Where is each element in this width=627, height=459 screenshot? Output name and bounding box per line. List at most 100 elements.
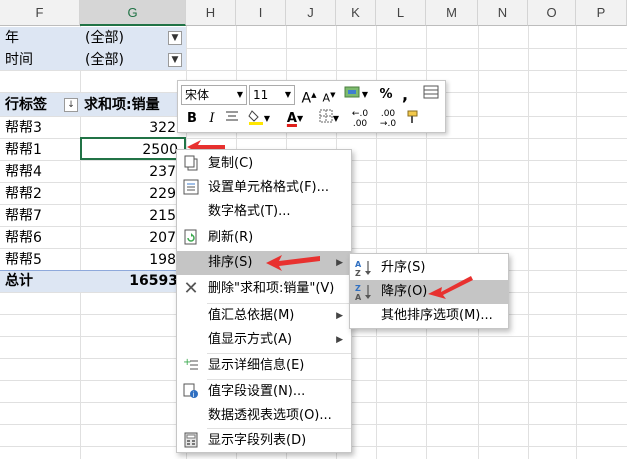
pivot-row-value: 215: [149, 208, 176, 224]
increase-decimal-icon[interactable]: ←.0.00: [348, 109, 372, 129]
context-menu: 复制(C) 设置单元格格式(F)... 数字格式(T)... 刷新(R) 排序(…: [176, 149, 352, 453]
gridline: [80, 26, 81, 459]
menu-item-label: 值字段设置(N)...: [208, 384, 306, 399]
menu-item-show-values-as[interactable]: 值显示方式(A) ▶: [177, 328, 351, 352]
menu-item-number-format[interactable]: 数字格式(T)...: [177, 200, 351, 224]
borders-icon[interactable]: ▼: [316, 109, 342, 129]
menu-item-label: 复制(C): [208, 156, 254, 171]
menu-item-show-details[interactable]: + 显示详细信息(E): [177, 354, 351, 378]
submenu-arrow-icon: ▶: [336, 335, 343, 345]
sort-ascending-icon: AZ: [355, 259, 373, 278]
pivot-row-value: 229: [149, 186, 176, 202]
row-labels-header: 行标签: [5, 97, 47, 113]
menu-item-label: 删除"求和项:销量"(V): [208, 281, 335, 296]
menu-item-show-field-list[interactable]: 显示字段列表(D): [177, 429, 351, 453]
submenu-arrow-icon: ▶: [336, 311, 343, 321]
align-center-icon[interactable]: [224, 109, 240, 129]
menu-item-copy[interactable]: 复制(C): [177, 152, 351, 176]
font-color-icon[interactable]: A▼: [282, 109, 308, 129]
font-size-combo[interactable]: 11 ▼: [249, 85, 295, 105]
pivot-row-label: 帮帮7: [5, 208, 42, 224]
decrease-font-icon[interactable]: A▼: [320, 85, 338, 105]
bold-button[interactable]: B: [184, 109, 200, 129]
format-cells-icon: [182, 179, 200, 197]
svg-text:+: +: [183, 357, 191, 368]
total-value: 16593: [129, 273, 178, 289]
fill-color-icon[interactable]: ▼: [246, 109, 272, 129]
column-header-g[interactable]: G: [80, 0, 186, 26]
column-header-h[interactable]: H: [186, 0, 236, 26]
pivot-row-label: 帮帮3: [5, 120, 42, 136]
value-header: 求和项:销量: [84, 97, 160, 113]
menu-item-label: 显示详细信息(E): [208, 358, 305, 373]
menu-item-delete-field[interactable]: ✕ 删除"求和项:销量"(V): [177, 277, 351, 301]
pivot-row-label: 帮帮5: [5, 252, 42, 268]
svg-text:Z: Z: [355, 284, 361, 293]
decrease-decimal-icon[interactable]: .00 →.0: [376, 109, 400, 129]
pivot-row-value: 237: [149, 164, 176, 180]
increase-font-icon[interactable]: A▲: [300, 85, 318, 107]
filter-label-year: 年: [5, 30, 19, 46]
filter-time-dropdown-icon[interactable]: ▼: [168, 53, 182, 67]
pivot-row-label: 帮帮6: [5, 230, 42, 246]
font-name-value: 宋体: [185, 88, 210, 102]
menu-item-label: 降序(O): [381, 284, 428, 299]
menu-item-pivot-options[interactable]: 数据透视表选项(O)...: [177, 404, 351, 428]
pivot-row-label: 帮帮2: [5, 186, 42, 202]
chevron-down-icon: ▼: [236, 90, 243, 99]
field-list-icon: [182, 432, 200, 450]
pivot-row-value: 198: [149, 252, 176, 268]
pivot-row-label: 帮帮4: [5, 164, 42, 180]
menu-item-label: 升序(S): [381, 260, 426, 275]
pivot-row-value: 2500: [142, 142, 178, 158]
total-label: 总计: [5, 273, 33, 289]
filter-label-time: 时间: [5, 52, 33, 68]
refresh-icon: [182, 229, 200, 247]
menu-item-more-sort-options[interactable]: 其他排序选项(M)...: [350, 304, 508, 328]
column-header-j[interactable]: J: [286, 0, 336, 26]
font-name-combo[interactable]: 宋体 ▼: [181, 85, 247, 105]
svg-text:Z: Z: [355, 269, 361, 277]
column-header-l[interactable]: L: [376, 0, 426, 26]
menu-item-label: 数字格式(T)...: [208, 204, 291, 219]
menu-item-label: 显示字段列表(D): [208, 433, 307, 448]
italic-button[interactable]: I: [204, 109, 220, 129]
filter-year-dropdown-icon[interactable]: ▼: [168, 31, 182, 45]
format-painter-icon[interactable]: [404, 109, 424, 129]
annotation-arrow-icon: [266, 255, 320, 271]
chevron-down-icon: ▼: [284, 90, 291, 99]
field-settings-icon: i: [182, 383, 200, 401]
column-header-o[interactable]: O: [528, 0, 576, 26]
copy-icon: [182, 155, 200, 173]
delete-x-icon: ✕: [183, 278, 199, 299]
column-header-p[interactable]: P: [576, 0, 627, 26]
column-header-m[interactable]: M: [426, 0, 478, 26]
menu-item-summarize-by[interactable]: 值汇总依据(M) ▶: [177, 304, 351, 328]
menu-item-label: 值显示方式(A): [208, 332, 293, 347]
menu-item-sort[interactable]: 排序(S) ▶: [177, 251, 351, 275]
menu-item-value-field-settings[interactable]: i 值字段设置(N)...: [177, 380, 351, 404]
menu-item-label: 其他排序选项(M)...: [381, 308, 493, 323]
menu-item-label: 值汇总依据(M): [208, 308, 295, 323]
mini-toolbar: 宋体 ▼ 11 ▼ A▲ A▼ ▼ % , B I ▼ A▼ ▼ ←.0.00 …: [177, 80, 446, 133]
number-format-icon[interactable]: ▼: [342, 85, 370, 105]
annotation-arrow-icon: [428, 276, 473, 299]
percent-style-button[interactable]: %: [378, 85, 394, 105]
submenu-arrow-icon: ▶: [336, 258, 343, 268]
comma-style-button[interactable]: ,: [398, 85, 412, 105]
column-header-f[interactable]: F: [0, 0, 80, 26]
menu-item-format-cells[interactable]: 设置单元格格式(F)...: [177, 176, 351, 200]
svg-text:A: A: [355, 293, 362, 301]
gridline: [478, 26, 479, 459]
merge-center-icon[interactable]: [422, 85, 440, 105]
show-details-icon: +: [182, 357, 200, 375]
column-header-k[interactable]: K: [336, 0, 376, 26]
column-header-i[interactable]: I: [236, 0, 286, 26]
column-header-n[interactable]: N: [478, 0, 528, 26]
pivot-row-value: 207: [149, 230, 176, 246]
menu-item-label: 排序(S): [208, 255, 253, 270]
gridline: [576, 26, 577, 459]
menu-item-label: 设置单元格格式(F)...: [208, 180, 330, 195]
row-labels-filter-icon[interactable]: ↓: [64, 98, 78, 112]
menu-item-refresh[interactable]: 刷新(R): [177, 226, 351, 250]
